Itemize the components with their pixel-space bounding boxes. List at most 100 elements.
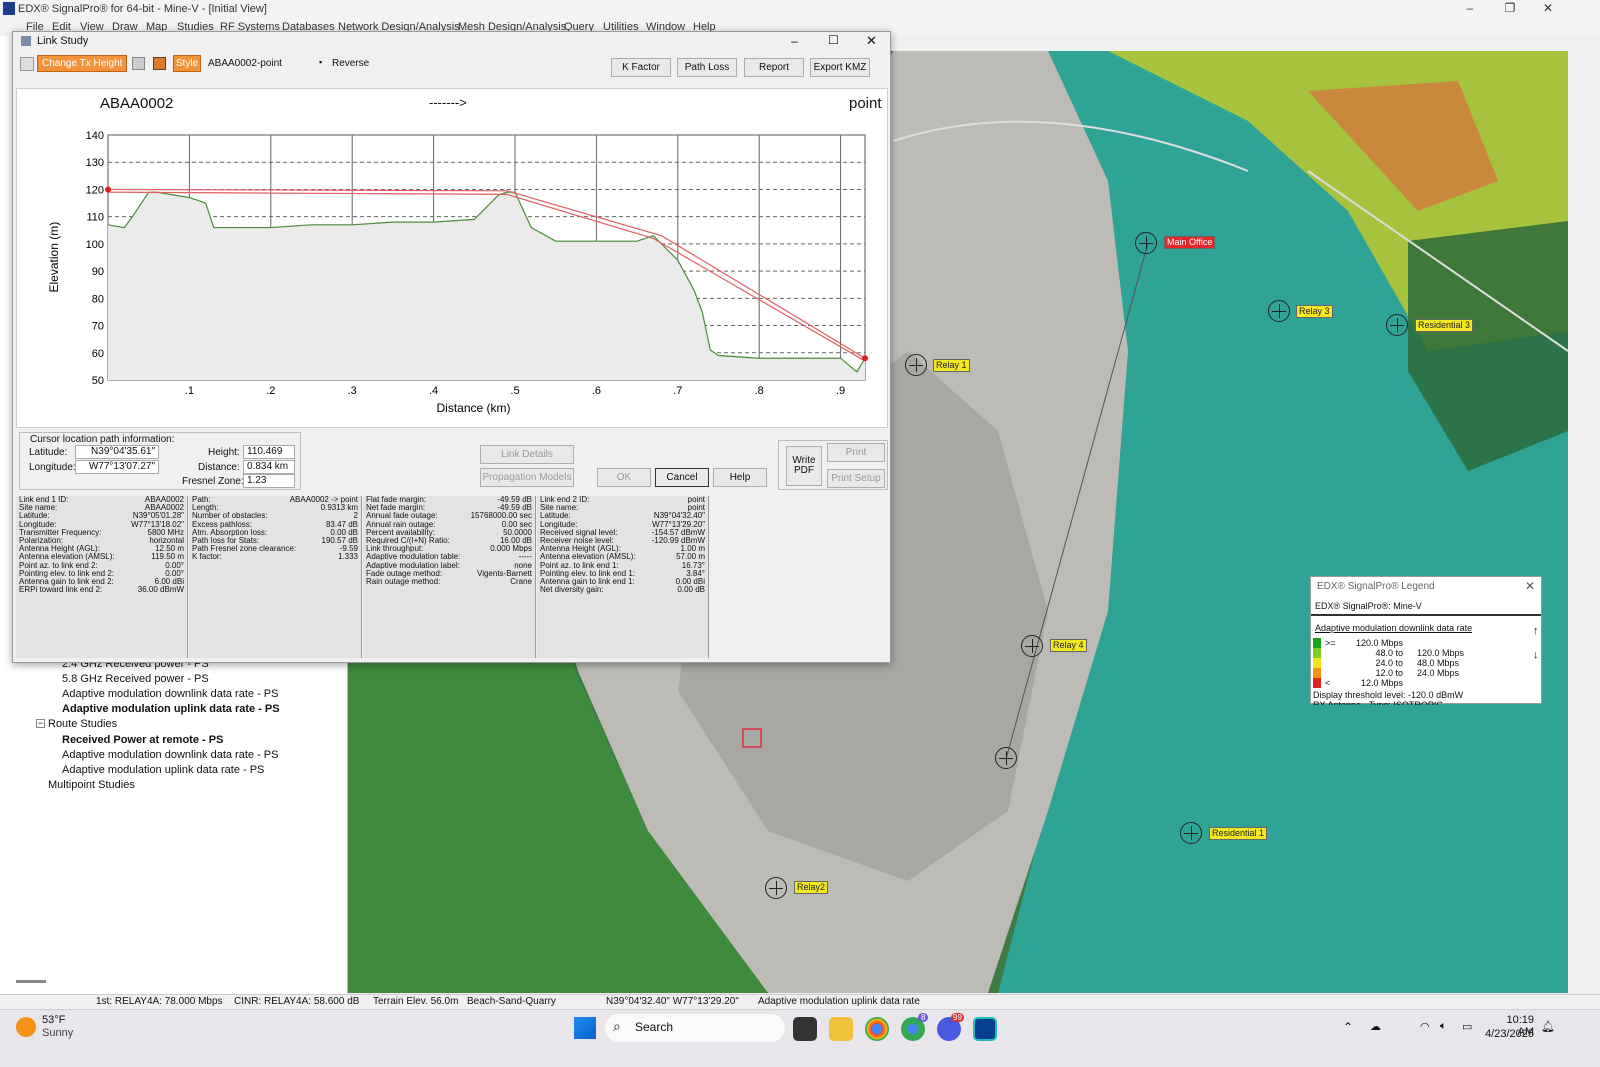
- fresnel-field[interactable]: 1.23: [243, 474, 295, 488]
- collapse-icon[interactable]: −: [36, 719, 45, 728]
- x-tick-label: .2: [266, 385, 275, 397]
- tree-item[interactable]: Adaptive modulation uplink data rate - P…: [62, 703, 280, 715]
- site-marker[interactable]: [1180, 822, 1202, 844]
- tree-item[interactable]: Adaptive modulation downlink data rate -…: [62, 688, 278, 700]
- weather-text: Sunny: [42, 1027, 74, 1039]
- y-axis-label: Elevation (m): [47, 222, 61, 293]
- maximize-icon[interactable]: ☐: [828, 33, 839, 47]
- minimize-icon[interactable]: –: [1452, 1, 1488, 18]
- signalpro-icon[interactable]: [973, 1017, 997, 1041]
- report-button[interactable]: Report: [744, 58, 804, 77]
- close-icon[interactable]: ✕: [866, 33, 877, 49]
- legend-rows: >= 120.0 Mbps 48.0 to 120.0 Mbps 24.0 to 48.0…: [1313, 638, 1513, 688]
- reverse-checkbox[interactable]: ▪: [319, 57, 322, 67]
- status-study: Adaptive modulation uplink data rate: [758, 996, 920, 1007]
- notification-icon[interactable]: 🔔︎: [1541, 1020, 1555, 1033]
- y-tick-label: 130: [86, 157, 104, 169]
- latitude-field[interactable]: N39°04'35.61": [75, 445, 159, 459]
- grid-icon[interactable]: [132, 57, 145, 70]
- weather-icon[interactable]: [16, 1017, 36, 1037]
- clock-date[interactable]: 4/23/2025: [1484, 1028, 1534, 1040]
- start-icon[interactable]: [574, 1017, 596, 1039]
- tree-item[interactable]: Received Power at remote - PS: [62, 734, 223, 746]
- y-tick-label: 90: [92, 266, 104, 278]
- scroll-up-icon[interactable]: ↑: [1533, 625, 1539, 637]
- print-setup-button[interactable]: Print Setup: [827, 469, 885, 488]
- cancel-button[interactable]: Cancel: [655, 468, 709, 487]
- x-tick-label: .6: [592, 385, 601, 397]
- info-label: K factor:: [192, 552, 222, 562]
- reverse-label: Reverse: [332, 58, 370, 69]
- site-marker[interactable]: [905, 354, 927, 376]
- link-details-button[interactable]: Link Details: [480, 445, 574, 464]
- legend-row: <12.0 Mbps: [1313, 678, 1513, 688]
- longitude-field[interactable]: W77°13'07.27": [75, 460, 159, 474]
- legend-swatch: [1313, 678, 1321, 688]
- write-pdf-button[interactable]: Write PDF: [786, 446, 822, 486]
- height-field[interactable]: 110.469 m: [243, 445, 295, 469]
- legend-close-icon[interactable]: ✕: [1525, 579, 1535, 593]
- battery-icon[interactable]: ▭: [1462, 1020, 1472, 1033]
- dialog-title: Link Study: [37, 35, 89, 47]
- site-marker[interactable]: [765, 877, 787, 899]
- terminal-icon[interactable]: [793, 1017, 817, 1041]
- print-button[interactable]: Print: [827, 443, 885, 462]
- write-pdf-label-2: PDF: [794, 465, 814, 476]
- propagation-models-button[interactable]: Propagation Models: [480, 468, 574, 487]
- help-button[interactable]: Help: [713, 468, 767, 487]
- tree-item[interactable]: Adaptive modulation downlink data rate -…: [62, 749, 278, 761]
- x-tick-label: .7: [673, 385, 682, 397]
- wifi-icon[interactable]: ◠: [1420, 1020, 1430, 1033]
- status-coordinates: N39°04'32.40" W77°13'29.20": [606, 996, 739, 1007]
- legend-low: 12.0 to: [1375, 668, 1403, 678]
- info-row: Net diversity gain: 0.00 dB: [537, 586, 708, 594]
- site-marker[interactable]: [1268, 300, 1290, 322]
- elevation-profile-chart[interactable]: 50 60 70 80 90 100 110 120 130 140 .1 .2 .3 .4 .5 .6 .7.…: [13, 117, 892, 417]
- scroll-down-icon[interactable]: ↓: [1533, 649, 1539, 661]
- tree-item[interactable]: Adaptive modulation uplink data rate - P…: [62, 764, 264, 776]
- search-box[interactable]: [605, 1014, 785, 1042]
- export-kmz-button[interactable]: Export KMZ: [810, 58, 870, 77]
- network-icon[interactable]: ☁: [1370, 1020, 1381, 1033]
- k-factor-button[interactable]: K Factor: [611, 58, 671, 77]
- close-icon[interactable]: ✕: [1530, 1, 1566, 18]
- y-tick-label: 70: [92, 321, 104, 333]
- legend-window[interactable]: EDX® SignalPro® Legend ✕ EDX® SignalPro®…: [1310, 576, 1542, 705]
- minimize-icon[interactable]: –: [791, 34, 798, 48]
- link-end2-info: Link end 2 ID: point Site name: point Latitu…: [537, 496, 709, 658]
- legend-op: >=: [1325, 638, 1336, 648]
- chrome-icon[interactable]: [865, 1017, 889, 1041]
- tree-item[interactable]: 5.8 GHz Received power - PS: [62, 673, 209, 685]
- info-value: Crane: [510, 577, 532, 587]
- path-loss-button[interactable]: Path Loss: [677, 58, 737, 77]
- file-explorer-icon[interactable]: [829, 1017, 853, 1041]
- tool-icon[interactable]: [20, 57, 34, 71]
- window-title: EDX® SignalPro® for 64-bit - Mine-V - [I…: [18, 3, 267, 15]
- style-button[interactable]: Style: [173, 55, 201, 72]
- tree-item[interactable]: Multipoint Studies: [48, 779, 135, 791]
- tx-point: [105, 186, 111, 193]
- site-label: Residential 3: [1415, 319, 1474, 332]
- tx-point-marker[interactable]: [995, 747, 1017, 769]
- y-tick-label: 60: [92, 348, 104, 360]
- ok-button[interactable]: OK: [597, 468, 651, 487]
- volume-icon[interactable]: 🔈︎: [1440, 1020, 1447, 1033]
- distance-field[interactable]: 0.834 km: [243, 460, 295, 474]
- legend-antenna: RX Antenna - Type: ISOTROPIC: [1313, 700, 1443, 705]
- site-marker[interactable]: [1021, 635, 1043, 657]
- info-label: Rain outage method:: [366, 577, 441, 587]
- badge: 99: [951, 1013, 964, 1022]
- color-icon[interactable]: [153, 57, 166, 70]
- site-marker[interactable]: [1135, 232, 1157, 254]
- height-label: Height:: [208, 447, 240, 458]
- maximize-icon[interactable]: ❐: [1492, 1, 1528, 18]
- scrollbar-thumb[interactable]: [16, 980, 46, 983]
- weather-temp: 53°F: [42, 1014, 66, 1026]
- site-marker[interactable]: [1386, 314, 1408, 336]
- status-bar: 1st: RELAY4A: 78.000 Mbps CINR: RELAY4A:…: [0, 994, 1600, 1009]
- link-selector[interactable]: ABAA0002-point: [208, 58, 282, 69]
- tree-item[interactable]: Route Studies: [48, 718, 117, 730]
- change-tx-height-button[interactable]: Change Tx Height: [37, 55, 127, 72]
- legend-high: 24.0 Mbps: [1417, 668, 1460, 678]
- chevron-up-icon[interactable]: ⌃: [1343, 1020, 1353, 1034]
